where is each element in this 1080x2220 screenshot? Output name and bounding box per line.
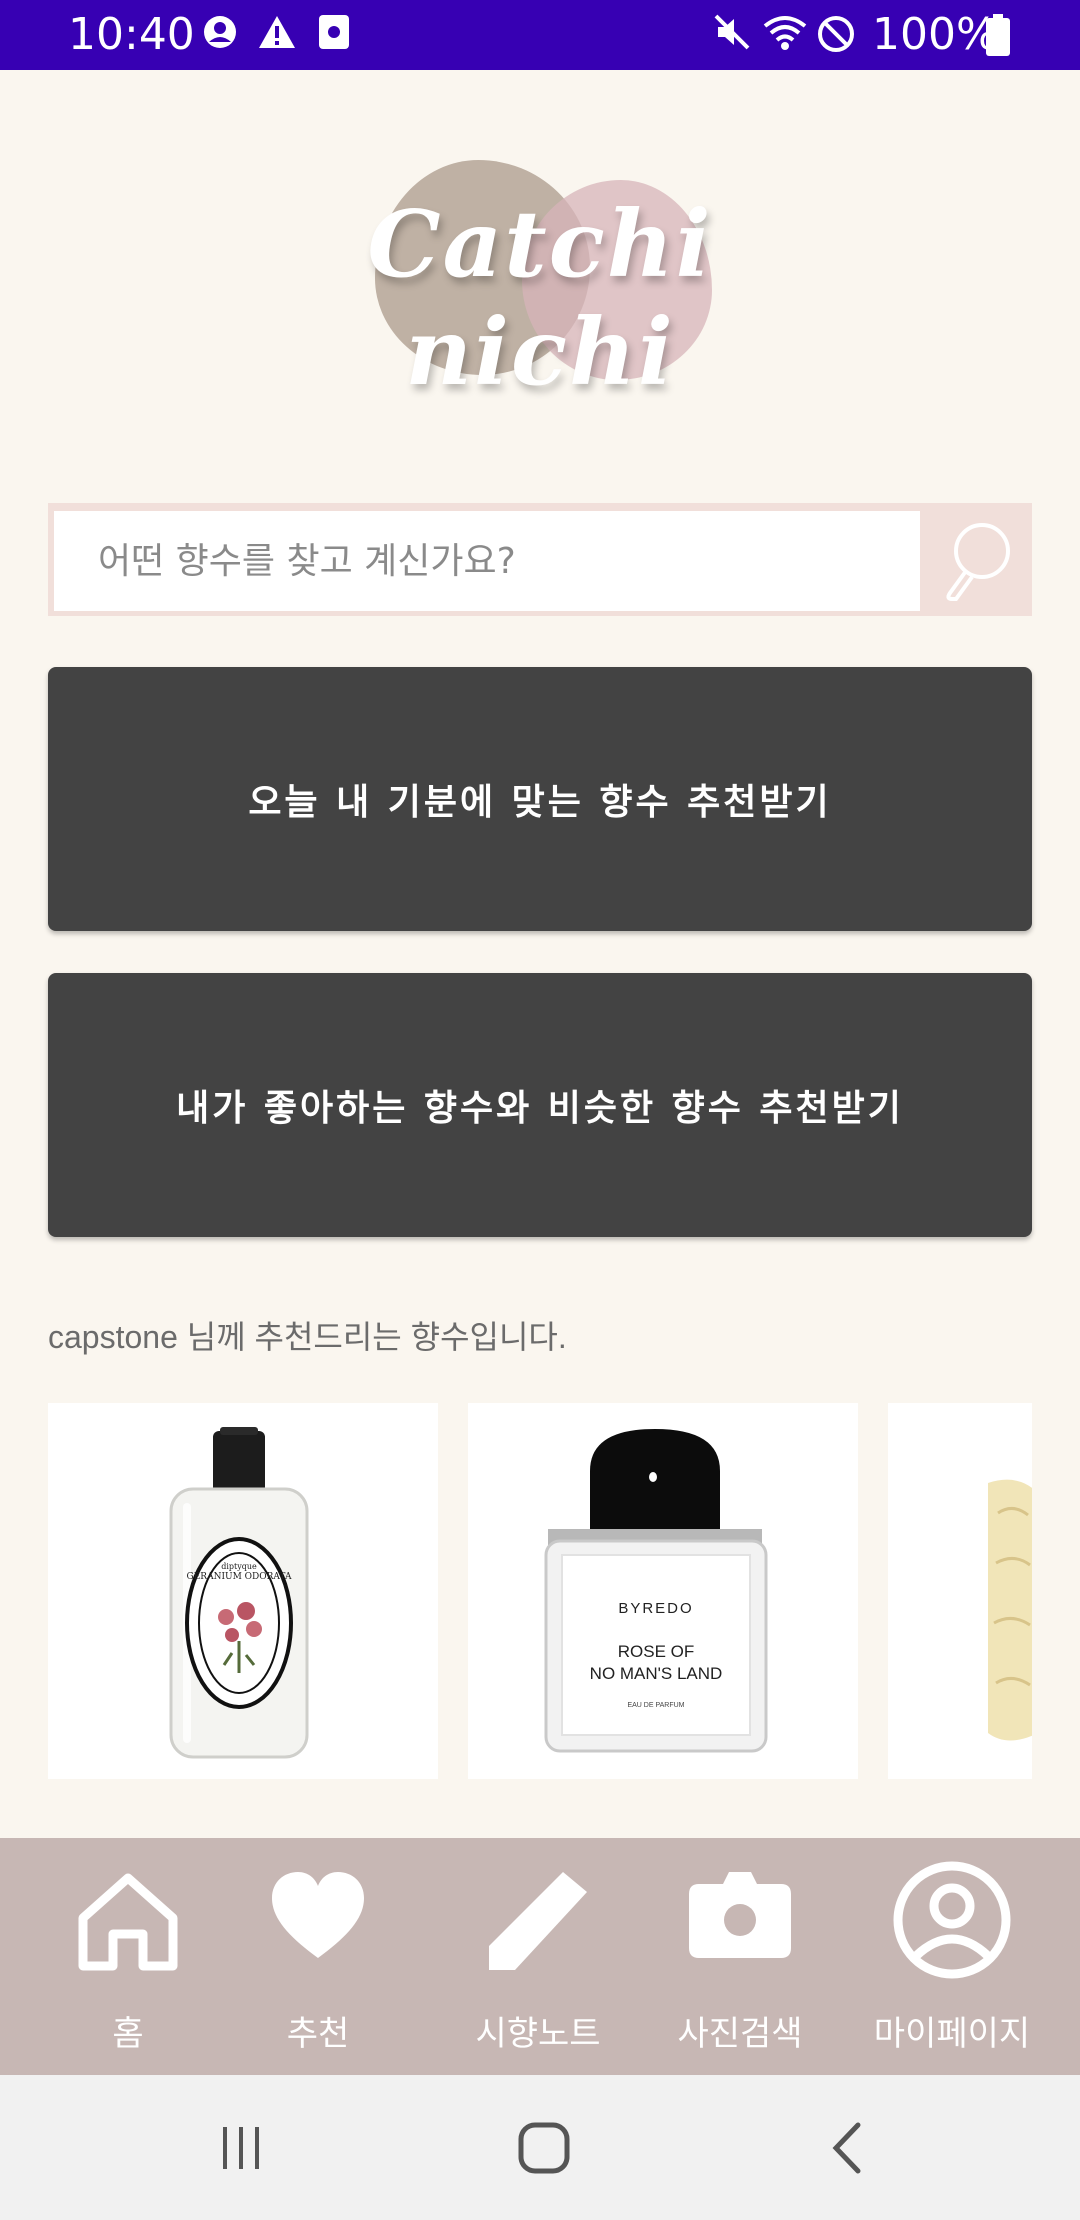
app-logo: Catchi nichi [280,150,800,406]
nav-scent-notes[interactable]: 시향노트 [448,1838,628,2075]
home-icon [78,1873,178,1971]
back-button[interactable] [778,2075,918,2220]
diptyque-brand-text: diptyque [221,1562,257,1571]
recommendation-heading: capstone 님께 추천드리는 향수입니다. [48,1319,567,1355]
perfume-card-byredo[interactable]: BYREDO ROSE OF NO MAN'S LAND EAU DE PARF… [468,1403,858,1779]
back-icon [832,2122,861,2173]
nav-photo-search[interactable]: 사진검색 [640,1838,840,2075]
diptyque-label-text: GERANIUM ODORATA [187,1572,292,1582]
logo-text: Catchi nichi [367,190,713,406]
perfume-image-3 [988,1479,1032,1741]
byredo-brand-text: BYREDO [618,1600,693,1617]
bottom-navigation: 홈 추천 시향노트 사진검색 마이페이지 [0,1838,1080,2075]
battery-percent: 100% [872,9,998,60]
status-time: 10:40 [68,9,195,60]
perfume-image-diptyque: GERANIUM ODORATA diptyque [169,1427,309,1759]
perfume-card-diptyque[interactable]: GERANIUM ODORATA diptyque [48,1403,438,1779]
heart-icon [272,1872,364,1958]
pencil-icon [489,1872,587,1970]
nav-home-label: 홈 [112,2014,144,2054]
mood-recommend-button[interactable]: 오늘 내 기분에 맞는 향수 추천받기 [48,667,1032,931]
nav-photo-search-label: 사진검색 [677,2014,803,2054]
nav-mypage-label: 마이페이지 [873,2014,1031,2054]
perfume-carousel[interactable]: GERANIUM ODORATA diptyque BYREDO ROSE OF… [48,1403,1032,1779]
search-bar [48,503,1032,616]
nav-recommend[interactable]: 추천 [238,1838,398,2075]
home-system-button[interactable] [474,2075,614,2220]
recents-button[interactable] [172,2075,312,2220]
byredo-name-line2: NO MAN'S LAND [590,1664,723,1683]
search-button[interactable] [920,503,1032,616]
camera-icon [689,1872,791,1958]
mood-recommend-label: 오늘 내 기분에 맞는 향수 추천받기 [248,782,832,823]
similar-recommend-label: 내가 좋아하는 향수와 비슷한 향수 추천받기 [176,1088,904,1129]
search-input[interactable] [54,511,920,611]
similar-recommend-button[interactable]: 내가 좋아하는 향수와 비슷한 향수 추천받기 [48,973,1032,1237]
byredo-name-line1: ROSE OF [618,1642,695,1661]
warning-icon [259,16,295,48]
nav-mypage[interactable]: 마이페이지 [852,1838,1052,2075]
status-bar: 10:40 100% [0,0,1080,70]
recents-icon [223,2126,259,2169]
system-navigation-bar [0,2075,1080,2220]
battery-icon [986,14,1010,56]
account-circle-icon [204,16,236,48]
do-not-disturb-icon [818,16,854,52]
wifi-icon [763,16,807,50]
perfume-image-byredo: BYREDO ROSE OF NO MAN'S LAND EAU DE PARF… [544,1429,768,1753]
perfume-card-3[interactable] [888,1403,1032,1779]
screenshot-icon [319,15,349,49]
nav-recommend-label: 추천 [286,2014,350,2054]
home-circle-icon [518,2122,570,2173]
profile-icon [893,1861,1011,1979]
byredo-subtitle-text: EAU DE PARFUM [627,1702,684,1709]
mute-icon [714,14,750,50]
nav-scent-notes-label: 시향노트 [475,2014,601,2054]
search-icon [946,522,1010,601]
nav-home[interactable]: 홈 [48,1838,208,2075]
